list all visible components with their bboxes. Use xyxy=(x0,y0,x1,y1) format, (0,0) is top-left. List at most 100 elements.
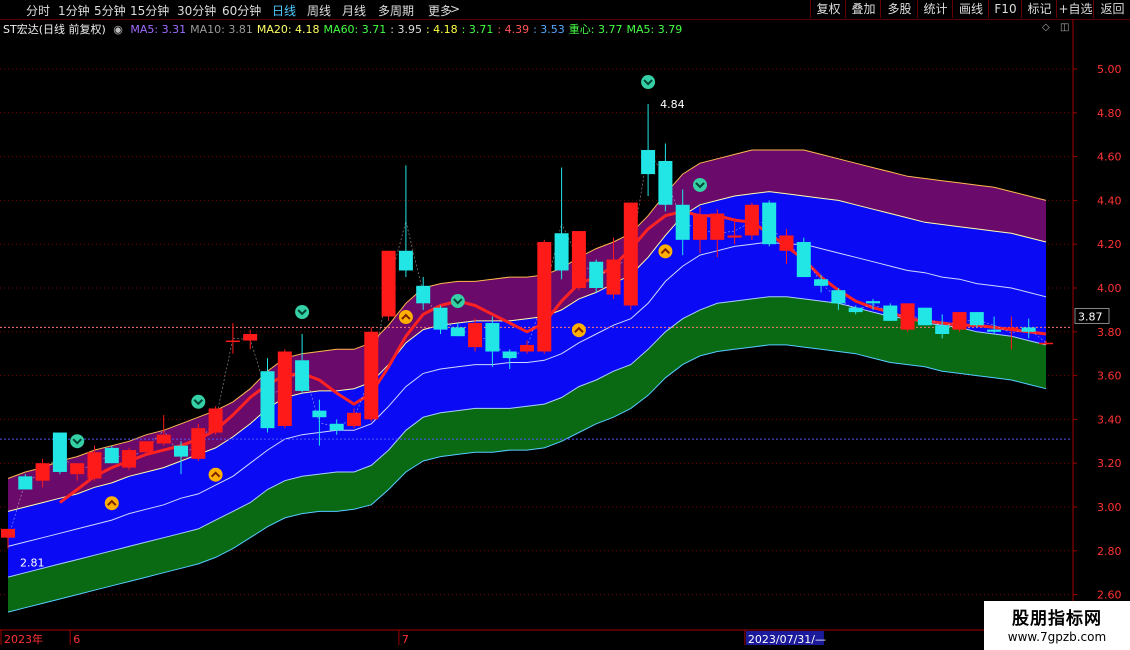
buy-signal-icon-3 xyxy=(571,323,586,338)
candle-body-12 xyxy=(208,408,223,433)
period-tab-6[interactable]: 日线 xyxy=(272,2,296,19)
price-tick-label-6: 3.80 xyxy=(1097,326,1122,339)
toolbar-button-0[interactable]: 复权 xyxy=(810,0,846,18)
band-middle xyxy=(8,191,1046,578)
candle-body-17 xyxy=(295,360,310,391)
sell-signal-icon-4 xyxy=(641,75,656,90)
toolbar-button-2[interactable]: 多股 xyxy=(880,0,918,18)
candle-body-53 xyxy=(917,307,932,326)
candle-body-49 xyxy=(848,307,863,313)
candle-body-1 xyxy=(18,476,33,490)
candle-body-13 xyxy=(225,340,240,343)
price-tick-label-12: 2.60 xyxy=(1097,589,1122,602)
candle-body-21 xyxy=(364,331,379,420)
buy-signal-icon-1 xyxy=(208,467,223,482)
candle-body-0 xyxy=(1,528,15,538)
candle-body-16 xyxy=(277,351,292,426)
period-tab-10[interactable]: 更多 xyxy=(428,2,452,19)
sell-signal-icon-2 xyxy=(295,304,310,319)
candlestick-chart: 4.84 2.81 5.00 4.80 4.60 4.40 4.20 4.00 3.80 3.60… xyxy=(0,19,1122,646)
time-label-3: 2023/07/31/— xyxy=(748,633,826,646)
high-price-label: 4.84 xyxy=(660,98,685,111)
candle-body-51 xyxy=(883,305,898,321)
candle-body-38 xyxy=(658,160,673,205)
toolbar-button-8[interactable]: 返回 xyxy=(1093,0,1130,18)
price-tick-label-9: 3.20 xyxy=(1097,457,1122,470)
candle-body-39 xyxy=(675,204,690,240)
candle-body-60 xyxy=(1039,342,1053,345)
candle-body-36 xyxy=(623,202,638,306)
toolbar-button-6[interactable]: 标记 xyxy=(1021,0,1057,18)
candle-body-22 xyxy=(381,250,396,317)
candle-body-30 xyxy=(520,344,534,352)
candle-body-2 xyxy=(35,463,50,481)
period-tab-3[interactable]: 15分钟 xyxy=(130,2,169,19)
candle-body-58 xyxy=(1004,327,1019,329)
candle-body-41 xyxy=(710,213,725,240)
buy-signal-icon-0 xyxy=(104,496,119,511)
toolbar-button-4[interactable]: 画线 xyxy=(952,0,989,18)
candle-body-48 xyxy=(831,290,846,304)
period-tab-7[interactable]: 周线 xyxy=(307,2,331,19)
period-tab-5[interactable]: 60分钟 xyxy=(222,2,261,19)
sell-signal-icon-0 xyxy=(70,434,85,449)
toolbar-button-5[interactable]: F10 xyxy=(988,0,1022,18)
toolbar-button-7[interactable]: +自选 xyxy=(1056,0,1094,18)
price-tick-label-4: 4.20 xyxy=(1097,238,1122,251)
toolbar-button-1[interactable]: 叠加 xyxy=(845,0,881,18)
candle-body-54 xyxy=(935,325,950,334)
candle-body-24 xyxy=(416,285,431,304)
period-tab-0[interactable]: 分时 xyxy=(26,2,50,19)
price-tick-label-11: 2.80 xyxy=(1097,545,1122,558)
price-tick-label-7: 3.60 xyxy=(1097,370,1122,383)
candle-body-7 xyxy=(122,450,137,468)
toolbar-button-3[interactable]: 统计 xyxy=(917,0,953,18)
period-toolbar: 分时 1分钟 5分钟 15分钟 30分钟 60分钟 日线 周线 月线 多周期 更多 > 复权 叠加 多股 统计… xyxy=(0,0,1130,20)
candle-body-27 xyxy=(468,323,483,348)
candle-body-23 xyxy=(398,250,413,271)
candle-body-8 xyxy=(139,441,154,453)
current-price-label: 3.87 xyxy=(1078,310,1103,323)
candle-body-43 xyxy=(744,204,759,236)
price-tick-label-3: 4.40 xyxy=(1097,194,1122,207)
candle-body-3 xyxy=(52,432,67,472)
buy-signal-icon-4 xyxy=(658,244,673,259)
sell-signal-icon-3 xyxy=(450,294,465,309)
candle-body-59 xyxy=(1021,327,1036,332)
candle-body-20 xyxy=(347,412,361,426)
candle-body-28 xyxy=(485,323,500,352)
price-tick-label-0: 5.00 xyxy=(1097,63,1122,76)
candle-body-4 xyxy=(70,463,85,475)
candle-body-45 xyxy=(779,235,794,251)
candle-body-14 xyxy=(243,333,258,341)
more-arrow-icon[interactable]: > xyxy=(450,2,460,16)
candle-body-55 xyxy=(952,312,967,330)
period-tab-1[interactable]: 1分钟 xyxy=(58,2,90,19)
time-label-1: 6 xyxy=(73,633,80,646)
candle-body-15 xyxy=(260,371,275,429)
candle-body-31 xyxy=(537,242,552,352)
period-tab-9[interactable]: 多周期 xyxy=(378,2,414,19)
candle-body-35 xyxy=(606,259,621,295)
candle-body-37 xyxy=(641,150,656,175)
price-tick-label-2: 4.60 xyxy=(1097,151,1122,164)
candle-body-57 xyxy=(987,329,1002,332)
buy-signal-icon-2 xyxy=(398,310,413,325)
low-price-label: 2.81 xyxy=(20,557,45,570)
candle-body-5 xyxy=(87,452,102,479)
period-tab-4[interactable]: 30分钟 xyxy=(177,2,216,19)
period-tab-2[interactable]: 5分钟 xyxy=(94,2,126,19)
candle-body-56 xyxy=(969,312,984,326)
price-tick-label-8: 3.40 xyxy=(1097,413,1122,426)
price-tick-label-5: 4.00 xyxy=(1097,282,1122,295)
price-tick-label-1: 4.80 xyxy=(1097,107,1122,120)
candle-body-34 xyxy=(589,261,604,288)
candle-body-6 xyxy=(104,447,119,464)
candle-body-9 xyxy=(156,434,171,444)
candle-body-25 xyxy=(433,307,448,330)
candle-body-29 xyxy=(502,351,517,359)
candle-body-46 xyxy=(796,242,811,278)
candle-body-32 xyxy=(554,233,569,271)
price-tick-label-10: 3.00 xyxy=(1097,501,1122,514)
period-tab-8[interactable]: 月线 xyxy=(342,2,366,19)
